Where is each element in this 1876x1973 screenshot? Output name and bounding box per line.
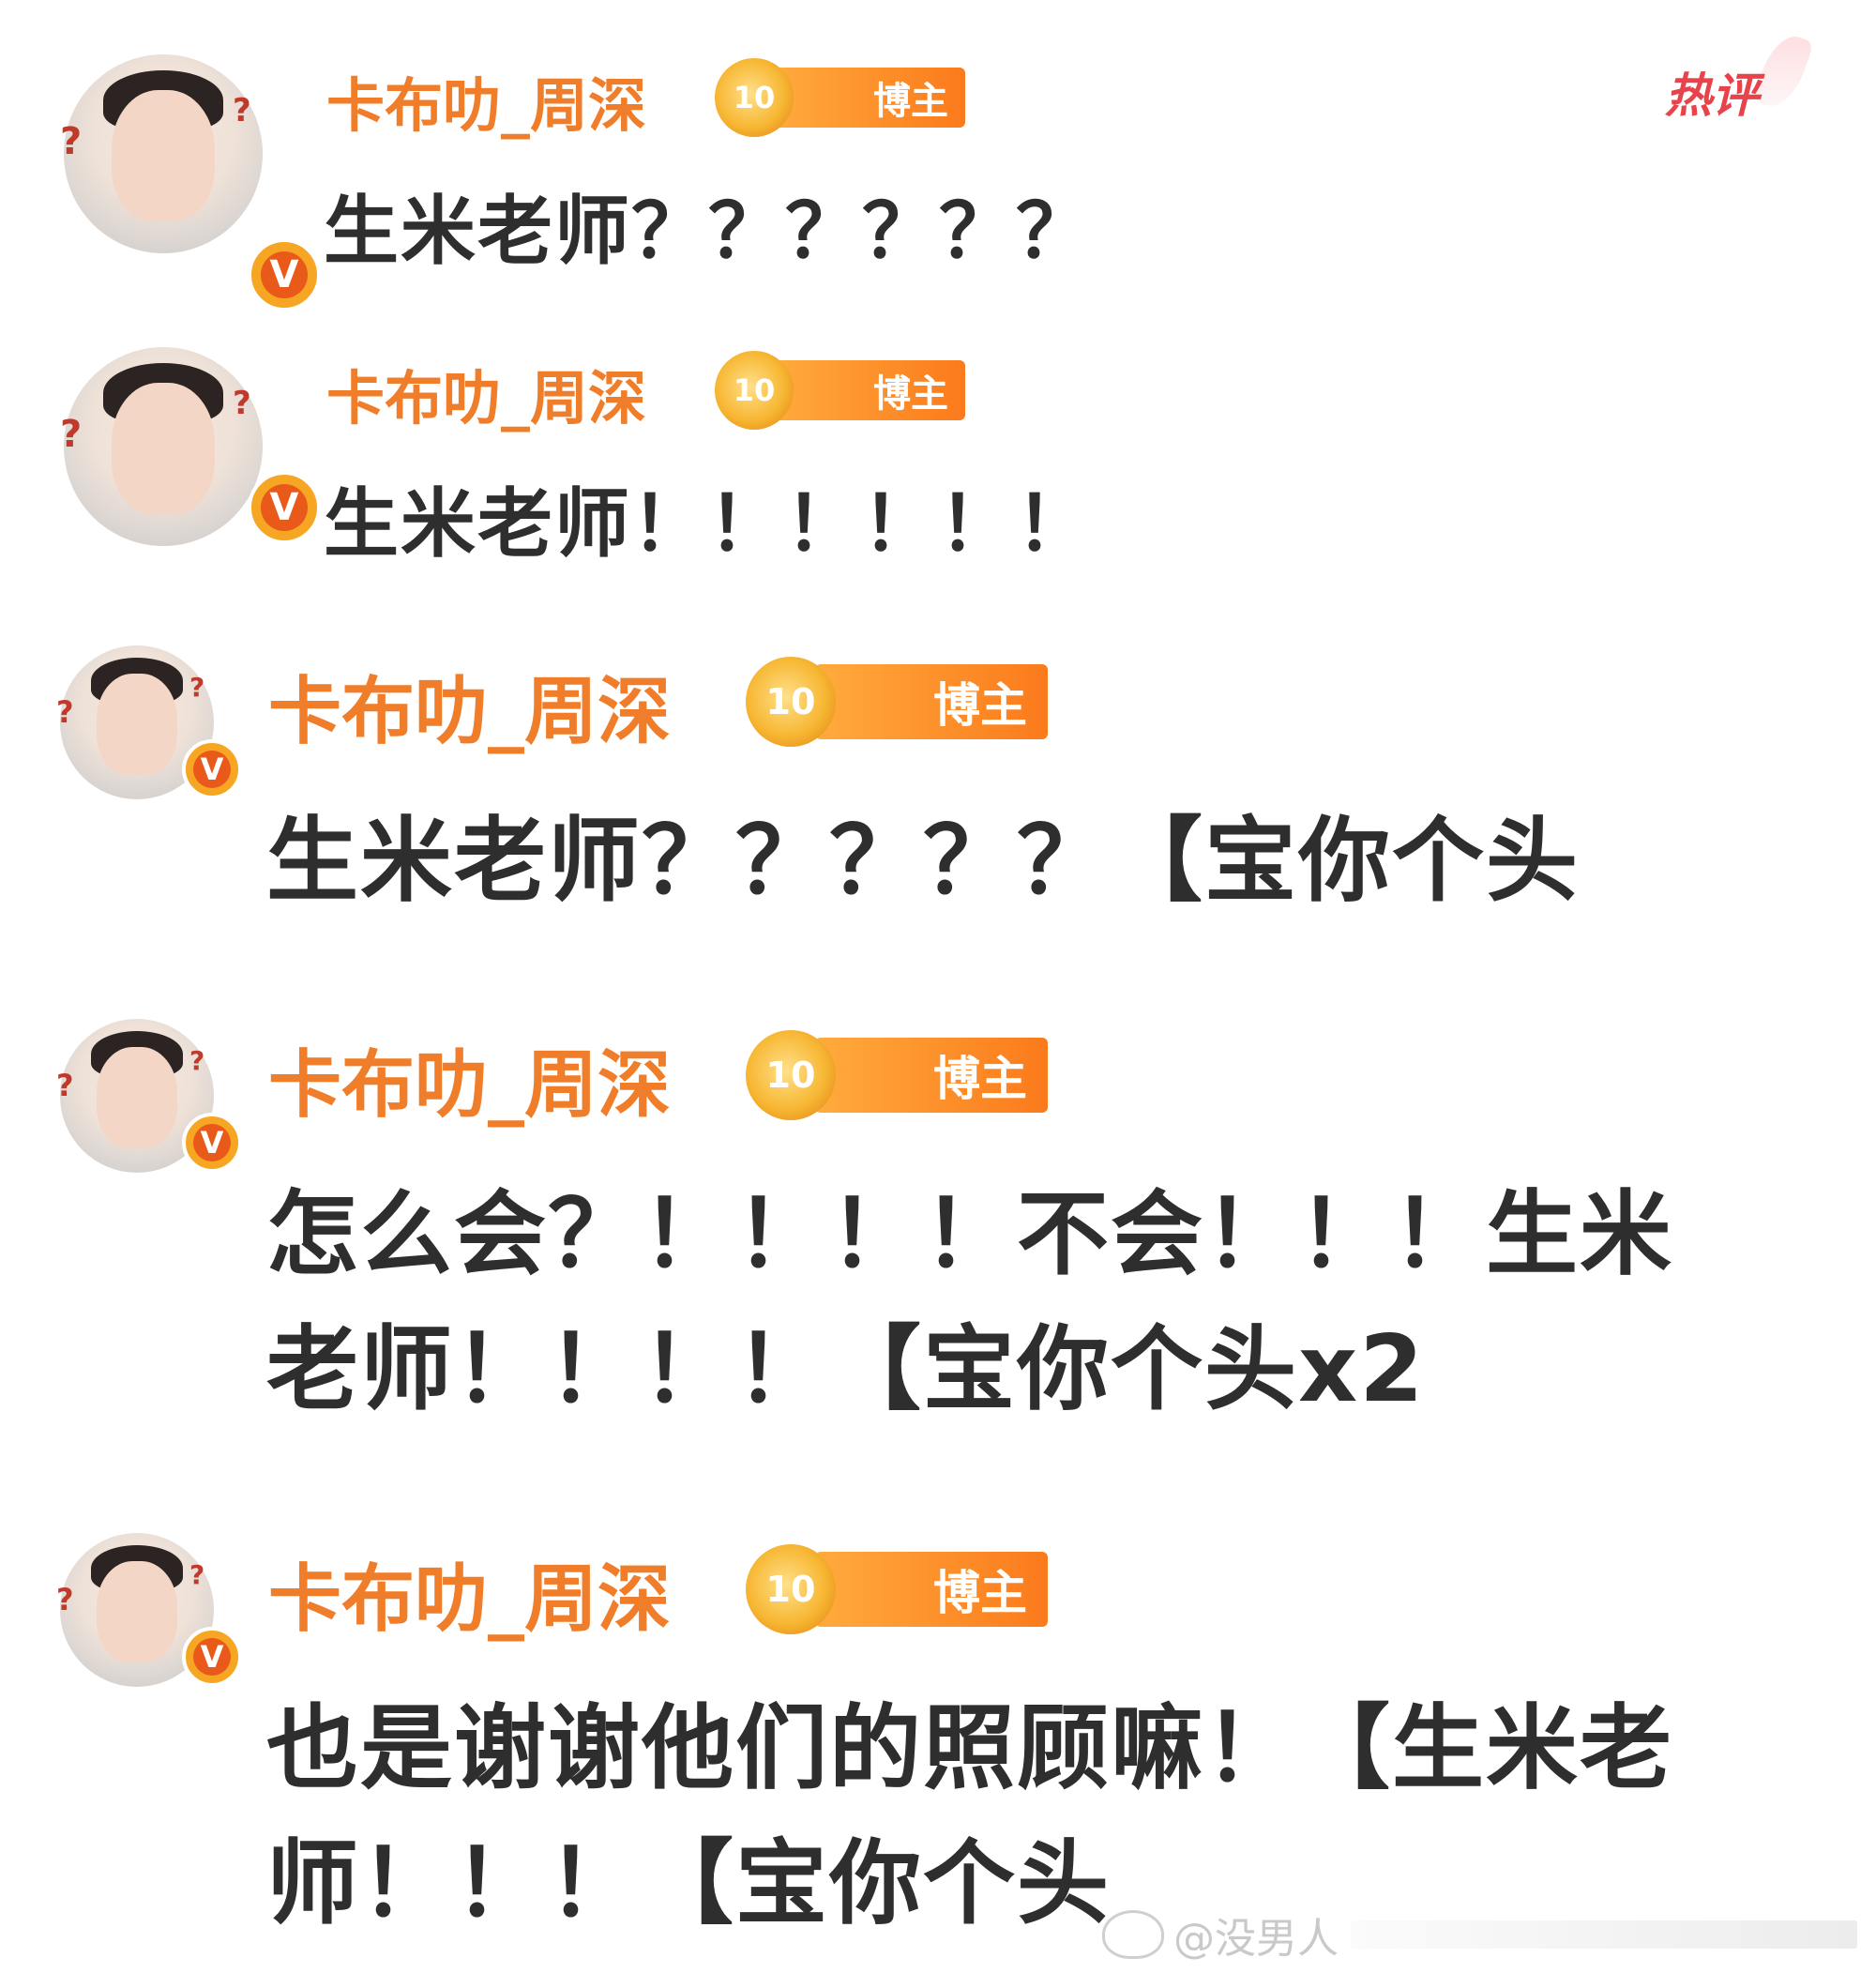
blogger-badge-label: 博主 [815, 1552, 1048, 1627]
crown-icon: 10 [746, 1544, 836, 1634]
blogger-badge-label: 博主 [815, 664, 1048, 739]
weibo-logo-icon [1102, 1910, 1164, 1959]
comment-text: 生米老师？？？？？【宝你个头 [266, 808, 1581, 915]
blogger-badge: 10 博主 [746, 1544, 1048, 1634]
username[interactable]: 卡布叻_周深 [326, 58, 646, 143]
comment-text-line: 也是谢谢他们的照顾嘛！【生米老 [266, 1695, 1674, 1802]
blogger-badge-label: 博主 [815, 1038, 1048, 1113]
watermark-fade [1351, 1920, 1857, 1949]
blogger-badge: 10 博主 [746, 657, 1048, 747]
avatar[interactable]: ? ? V [56, 645, 242, 799]
comment-text-line: 老师！！！！【宝你个头x2 [266, 1316, 1426, 1423]
username[interactable]: 卡布叻_周深 [268, 653, 671, 758]
crown-icon: 10 [715, 58, 794, 137]
avatar[interactable]: ? ? V [60, 54, 321, 311]
username[interactable]: 卡布叻_周深 [268, 1540, 671, 1646]
username[interactable]: 卡布叻_周深 [268, 1026, 671, 1131]
crown-icon: 10 [746, 1030, 836, 1120]
comment-text-line: 怎么会？！！！！不会！！！生米 [266, 1181, 1674, 1288]
blogger-badge-label: 博主 [773, 68, 965, 128]
comment-text-line: 师！！！【宝你个头 [266, 1830, 1112, 1937]
verified-badge-icon: V [182, 1627, 242, 1687]
comment-text: 生米老师？？？？？？ [324, 188, 1093, 275]
verified-badge-icon: V [248, 238, 321, 311]
hot-comment-label: 热评 [1665, 68, 1759, 123]
comment-text: 生米老师！！！！！！ [324, 480, 1093, 568]
crown-icon: 10 [746, 657, 836, 747]
username[interactable]: 卡布叻_周深 [326, 351, 646, 435]
verified-badge-icon: V [182, 1113, 242, 1173]
weibo-watermark: @没男人 [1102, 1905, 1339, 1965]
avatar[interactable]: ? ? V [56, 1533, 242, 1687]
blogger-badge: 10 博主 [715, 58, 965, 137]
avatar[interactable]: ? ? V [60, 347, 321, 546]
watermark-text: @没男人 [1173, 1915, 1339, 1963]
avatar[interactable]: ? ? V [56, 1019, 242, 1173]
blogger-badge: 10 博主 [746, 1030, 1048, 1120]
hot-flame-decoration [1751, 29, 1815, 114]
verified-badge-icon: V [182, 739, 242, 799]
verified-badge-icon: V [248, 471, 321, 544]
blogger-badge-label: 博主 [773, 360, 965, 420]
crown-icon: 10 [715, 351, 794, 430]
blogger-badge: 10 博主 [715, 351, 965, 430]
